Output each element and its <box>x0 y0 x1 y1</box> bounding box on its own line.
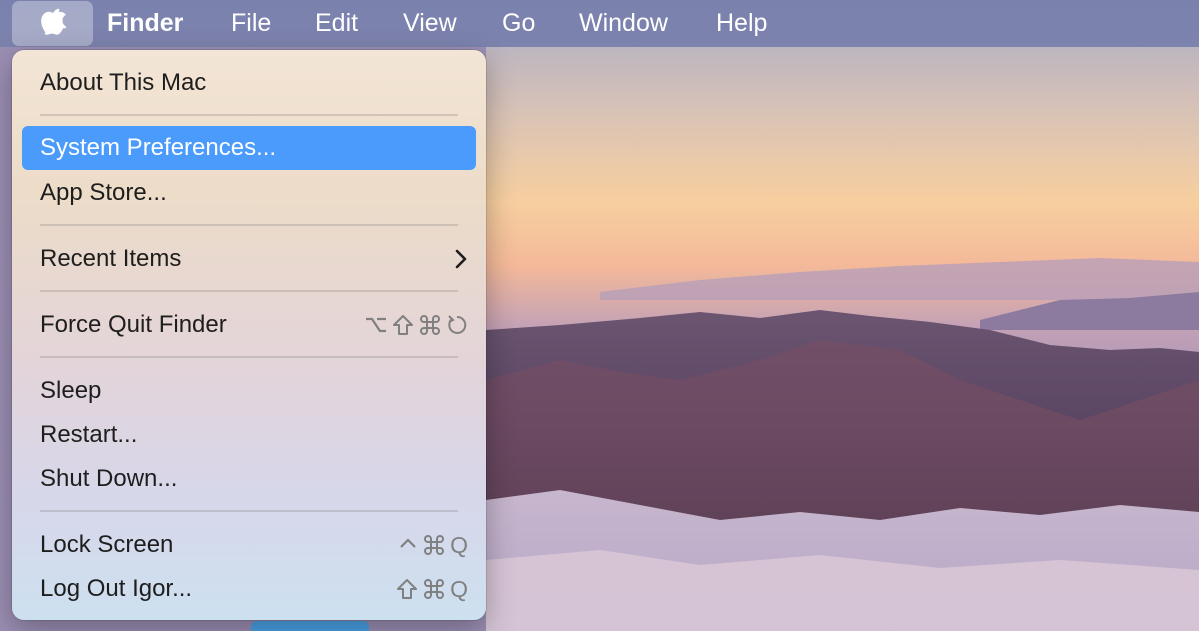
apple-menu-button[interactable] <box>12 1 93 46</box>
menu-item-label: Sleep <box>40 377 102 404</box>
command-icon <box>420 315 440 335</box>
menu-item-lock-screen[interactable]: Lock Screen Q <box>22 523 476 567</box>
menubar-window[interactable]: Window <box>579 0 668 47</box>
option-icon <box>366 317 386 333</box>
chevron-right-icon <box>455 249 467 269</box>
menu-item-label: Lock Screen <box>40 531 174 558</box>
shift-icon <box>397 579 418 599</box>
control-icon <box>400 538 416 548</box>
menu-separator <box>40 290 458 292</box>
menubar-edit[interactable]: Edit <box>315 0 358 47</box>
dock-edge <box>251 621 369 631</box>
menu-item-force-quit[interactable]: Force Quit Finder <box>22 303 476 347</box>
shortcut-key-q: Q <box>450 532 468 558</box>
menu-item-label: Recent Items <box>40 245 182 272</box>
menu-item-about-this-mac[interactable]: About This Mac <box>22 61 476 105</box>
menu-separator <box>40 356 458 358</box>
command-icon <box>424 579 445 599</box>
submenu-indicator <box>454 237 468 281</box>
menubar-help[interactable]: Help <box>716 0 767 47</box>
menu-item-label: System Preferences... <box>40 134 277 161</box>
force-quit-icon <box>448 315 467 334</box>
menu-separator <box>40 114 458 116</box>
menubar-view[interactable]: View <box>403 0 457 47</box>
shortcut-lock-screen: Q <box>398 523 468 567</box>
menu-item-label: Log Out Igor... <box>40 575 193 602</box>
menu-item-shut-down[interactable]: Shut Down... <box>22 457 476 501</box>
menu-item-label: Force Quit Finder <box>40 311 227 338</box>
apple-icon <box>40 8 66 35</box>
menu-bar: Finder File Edit View Go Window Help <box>0 0 1199 47</box>
menubar-go[interactable]: Go <box>502 0 535 47</box>
shift-icon <box>393 315 413 335</box>
menu-item-label: Restart... <box>40 421 138 448</box>
menu-item-restart[interactable]: Restart... <box>22 413 476 457</box>
menu-item-label: About This Mac <box>40 69 207 96</box>
menubar-app-finder[interactable]: Finder <box>107 0 183 47</box>
menu-item-app-store[interactable]: App Store... <box>22 171 476 215</box>
menu-item-recent-items[interactable]: Recent Items <box>22 237 476 281</box>
menu-item-label: App Store... <box>40 179 167 206</box>
menu-item-system-preferences[interactable]: System Preferences... <box>22 126 476 170</box>
command-icon <box>424 535 445 555</box>
shortcut-key-q: Q <box>450 576 468 602</box>
menu-item-sleep[interactable]: Sleep <box>22 369 476 413</box>
menu-separator <box>40 224 458 226</box>
shortcut-force-quit <box>365 303 468 347</box>
menu-item-label: Shut Down... <box>40 465 178 492</box>
menubar-file[interactable]: File <box>231 0 271 47</box>
menu-separator <box>40 510 458 512</box>
shortcut-log-out: Q <box>396 567 468 611</box>
menu-item-log-out[interactable]: Log Out Igor... Q <box>22 567 476 611</box>
apple-menu: About This Mac System Preferences... App… <box>12 50 486 620</box>
